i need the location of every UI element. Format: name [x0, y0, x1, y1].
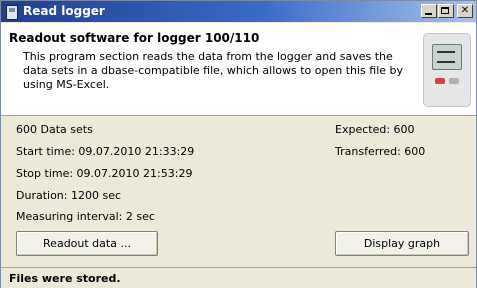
window-title: Read logger — [23, 4, 105, 18]
readout-data-button[interactable]: Readout data ... — [16, 231, 158, 256]
logger-button-grey — [449, 78, 459, 84]
expected-count: Expected: 600 — [335, 123, 415, 136]
duration: Duration: 1200 sec — [16, 189, 122, 202]
transferred-count: Transferred: 600 — [335, 145, 426, 158]
data-sets-count: 600 Data sets — [16, 123, 93, 136]
title-bar[interactable]: Read logger ✕ — [1, 1, 476, 22]
close-button[interactable]: ✕ — [457, 4, 473, 18]
logger-button-red — [435, 78, 445, 84]
measuring-interval: Measuring interval: 2 sec — [16, 210, 155, 223]
status-text: Files were stored. — [9, 272, 121, 285]
display-graph-button[interactable]: Display graph — [335, 231, 469, 256]
maximize-button[interactable] — [438, 4, 454, 18]
data-logger-device-image — [423, 33, 471, 107]
logger-display — [432, 44, 462, 70]
logger-device-icon — [6, 5, 18, 20]
header-description: This program section reads the data from… — [23, 50, 404, 91]
read-logger-window: Read logger ✕ Readout software for logge… — [0, 0, 477, 288]
stop-time: Stop time: 09.07.2010 21:53:29 — [16, 167, 193, 180]
status-bar: Files were stored. — [1, 267, 476, 288]
start-time: Start time: 09.07.2010 21:33:29 — [16, 145, 195, 158]
minimize-button[interactable] — [421, 4, 437, 18]
header-title: Readout software for logger 100/110 — [9, 31, 260, 45]
header-panel: Readout software for logger 100/110 This… — [1, 23, 476, 116]
